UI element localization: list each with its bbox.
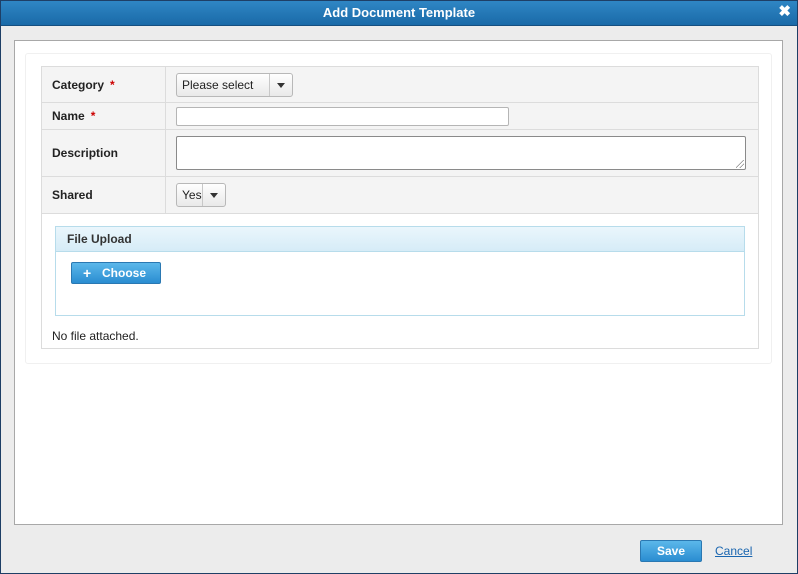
description-label: Description: [52, 146, 119, 160]
dialog-title: Add Document Template: [322, 5, 476, 20]
upload-cell: File Upload + Choose No file attached.: [41, 213, 759, 349]
shared-field-cell: Yes: [165, 176, 759, 214]
save-button[interactable]: Save: [640, 540, 702, 562]
category-field-cell: Please select: [165, 66, 759, 103]
chevron-down-icon[interactable]: [269, 73, 292, 96]
add-document-template-dialog: Add Document Template ✖ Category * Please…: [0, 0, 798, 574]
category-selected-value: Please select: [182, 77, 254, 92]
category-label: Category: [52, 77, 105, 92]
file-upload-box: File Upload + Choose: [55, 226, 745, 316]
name-label-cell: Name *: [41, 102, 166, 130]
category-label-cell: Category *: [41, 66, 166, 103]
shared-label: Shared: [52, 188, 93, 202]
plus-icon: +: [83, 265, 92, 281]
choose-file-button[interactable]: + Choose: [71, 262, 161, 284]
shared-select[interactable]: Yes: [176, 183, 226, 207]
shared-label-cell: Shared: [41, 176, 166, 214]
choose-button-label: Choose: [102, 266, 147, 280]
file-upload-header: File Upload: [56, 227, 744, 252]
category-select[interactable]: Please select: [176, 72, 293, 97]
document-template-form: Category * Please select Name * Descript…: [41, 66, 759, 349]
dialog-content: Category * Please select Name * Descript…: [14, 40, 783, 525]
shared-selected-value: Yes: [182, 188, 202, 202]
description-label-cell: Description: [41, 129, 166, 177]
cancel-link[interactable]: Cancel: [715, 544, 752, 558]
close-icon[interactable]: ✖: [778, 3, 791, 21]
dialog-titlebar: Add Document Template ✖: [1, 1, 797, 26]
description-textarea[interactable]: [176, 136, 746, 170]
required-marker: *: [110, 77, 115, 92]
name-label: Name: [52, 109, 85, 123]
name-input[interactable]: [176, 106, 509, 126]
name-field-cell: [165, 102, 759, 130]
resize-grip-icon[interactable]: [736, 160, 744, 168]
required-marker: *: [90, 109, 96, 123]
upload-status-text: No file attached.: [52, 329, 139, 343]
chevron-down-icon[interactable]: [202, 184, 225, 206]
description-field-cell: [165, 129, 759, 177]
